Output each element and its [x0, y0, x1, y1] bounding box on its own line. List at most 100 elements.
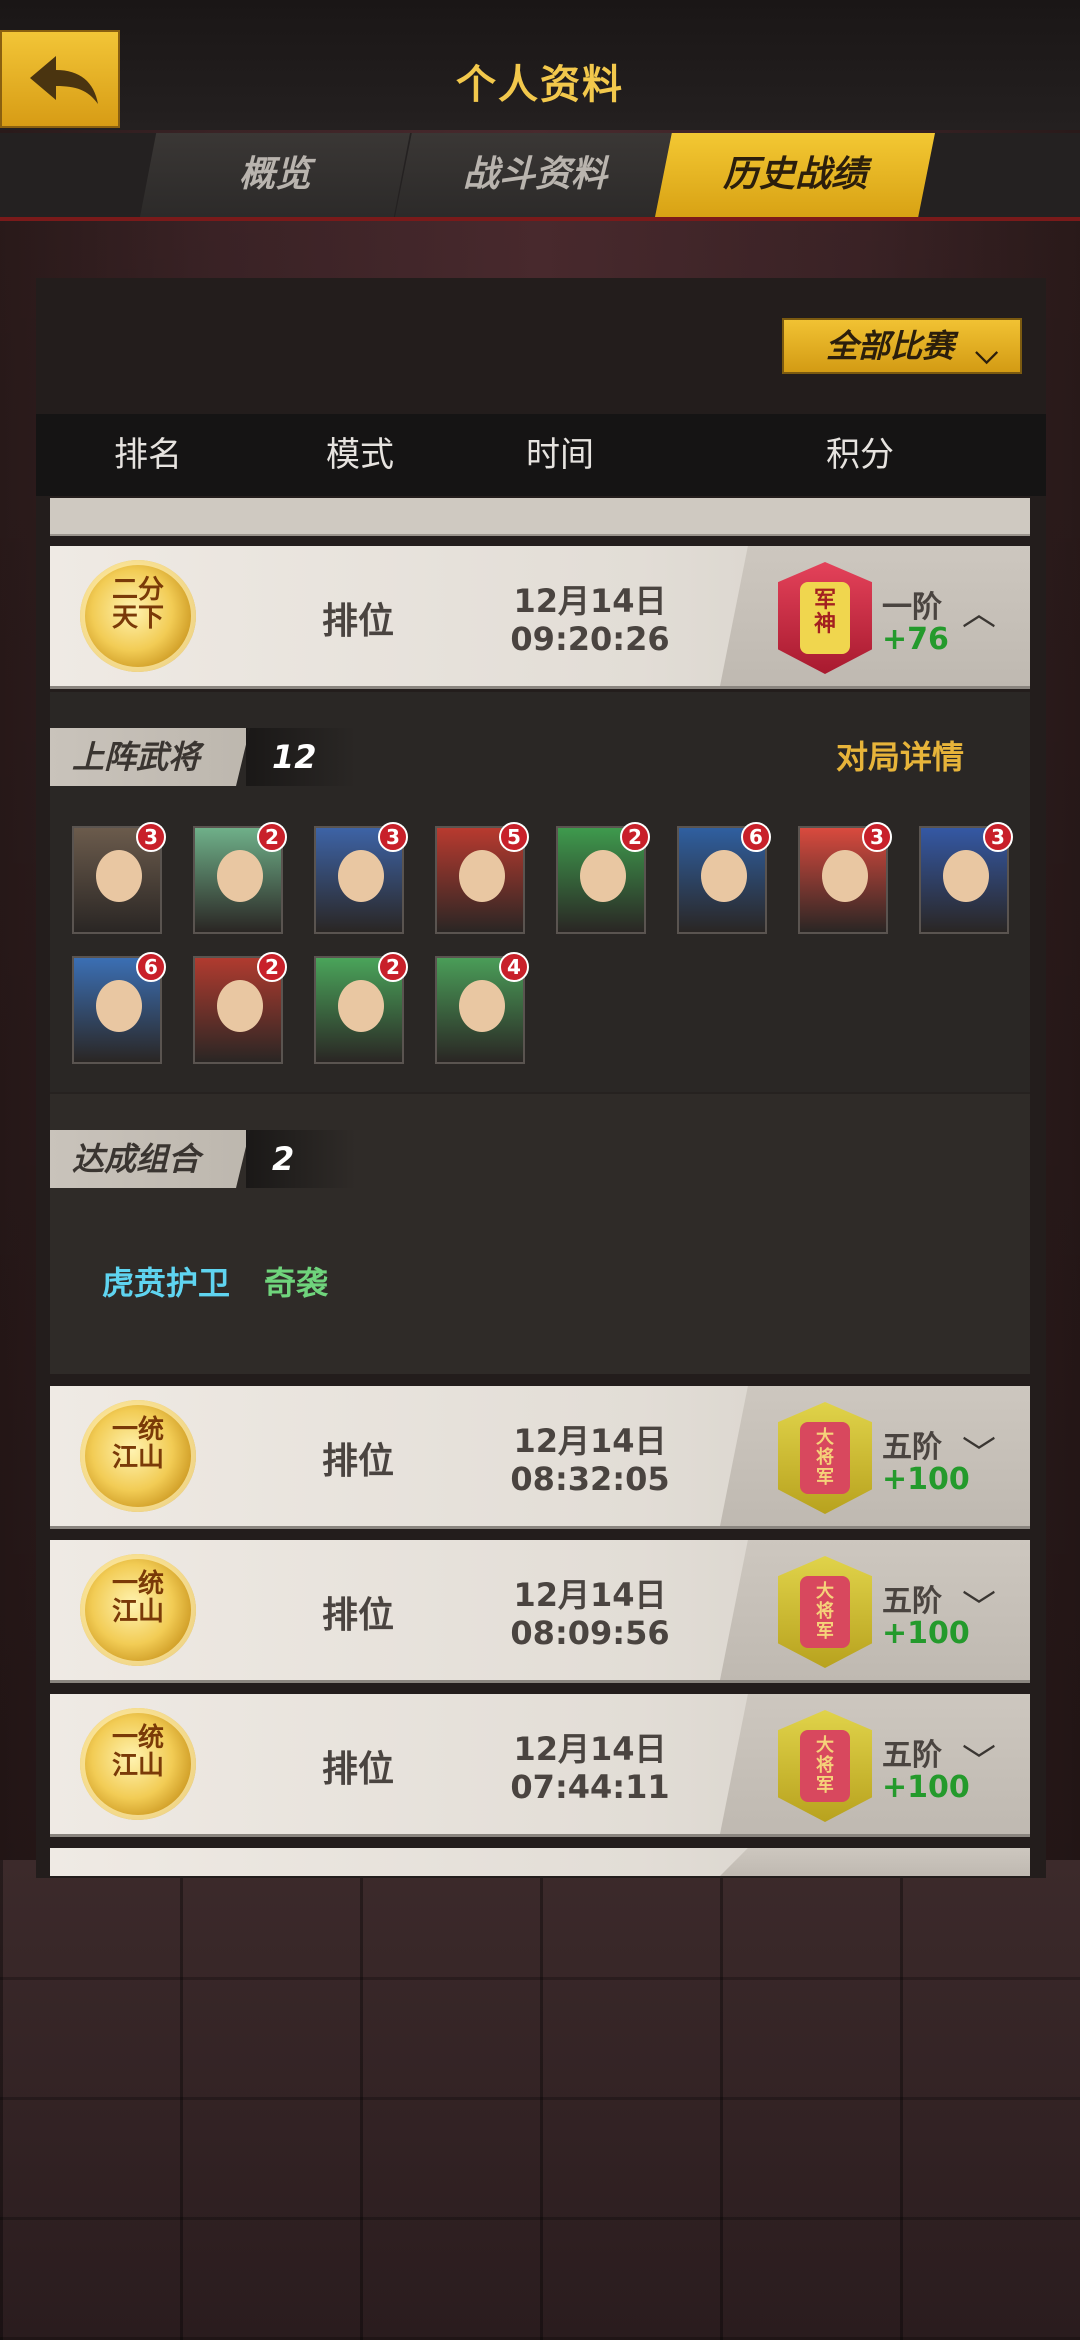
chevron-down-icon[interactable]: ﹀	[962, 1580, 996, 1629]
header-score: 积分	[826, 435, 894, 475]
hero-card[interactable]: 4	[435, 952, 529, 1064]
hero-card[interactable]: 5	[435, 822, 529, 934]
chevron-up-icon[interactable]: ︿	[962, 586, 996, 635]
chevron-down-icon[interactable]: ﹀	[962, 1734, 996, 1783]
hero-level-badge: 4	[499, 952, 529, 982]
previous-record-edge	[50, 498, 1030, 536]
hero-portrait-icon	[580, 850, 626, 902]
record-time: 09:20:26	[510, 620, 670, 658]
record-rank: 五阶	[882, 1584, 942, 1619]
rank-emblem-icon: 一统 江山	[80, 1400, 196, 1512]
heroes-section-label: 上阵武将	[50, 728, 250, 786]
record-mode: 排位	[322, 1441, 395, 1482]
record-rank: 一阶	[882, 590, 942, 625]
heroes-count: 12	[246, 728, 356, 786]
hero-card[interactable]: 3	[72, 822, 166, 934]
combos-count: 2	[246, 1130, 356, 1188]
hero-level-badge: 3	[378, 822, 408, 852]
record-score: +100	[882, 1462, 970, 1497]
match-record[interactable]: 二分 天下 排位 12月14日 09:20:26 军 神 一阶 +76 ︿	[50, 546, 1030, 686]
tier-badge-text: 军 神	[800, 582, 850, 654]
table-header: 排名 模式 时间 积分	[36, 414, 1046, 496]
hero-card[interactable]: 3	[798, 822, 892, 934]
record-date: 12月14日	[513, 1422, 667, 1460]
combo-surprise-attack: 奇袭	[264, 1264, 329, 1302]
match-record-partial[interactable]	[50, 1848, 1030, 1876]
hero-level-badge: 2	[257, 822, 287, 852]
hero-portrait-icon	[96, 850, 142, 902]
record-time: 08:09:56	[510, 1614, 670, 1652]
chevron-down-icon[interactable]: ﹀	[962, 1426, 996, 1475]
record-mode: 排位	[322, 1595, 395, 1636]
rank-emblem-icon: 一统 江山	[80, 1554, 196, 1666]
hero-level-badge: 6	[136, 952, 166, 982]
record-datetime: 12月14日 07:44:11	[480, 1730, 700, 1806]
tier-badge-text: 大 将 军	[800, 1576, 850, 1648]
hero-portrait-icon	[217, 850, 263, 902]
record-rank: 五阶	[882, 1430, 942, 1465]
hero-portrait-icon	[459, 850, 505, 902]
match-filter-dropdown[interactable]: 全部比赛 ⌵	[782, 318, 1022, 374]
record-date: 12月14日	[513, 1576, 667, 1614]
combos-section-label: 达成组合	[50, 1130, 250, 1188]
tier-badge-text: 大 将 军	[800, 1422, 850, 1494]
record-datetime: 12月14日 09:20:26	[480, 582, 700, 658]
record-date: 12月14日	[513, 1730, 667, 1768]
hero-portrait-icon	[96, 980, 142, 1032]
hero-card[interactable]: 2	[193, 952, 287, 1064]
hero-level-badge: 2	[257, 952, 287, 982]
hero-card[interactable]: 6	[677, 822, 771, 934]
tab-overview[interactable]: 概览	[140, 133, 410, 217]
hero-portrait-icon	[338, 850, 384, 902]
hero-portrait-icon	[822, 850, 868, 902]
emblem-text: 二分 天下	[111, 575, 164, 633]
tab-bar: 概览 战斗资料 历史战绩	[0, 133, 1080, 221]
hero-level-badge: 5	[499, 822, 529, 852]
hero-card[interactable]: 2	[556, 822, 650, 934]
hero-level-badge: 2	[378, 952, 408, 982]
record-score: +100	[882, 1616, 970, 1651]
rank-emblem-icon: 二分 天下	[80, 560, 196, 672]
header-time: 时间	[526, 435, 594, 475]
top-bar: 个人资料	[0, 0, 1080, 130]
tier-badge-text: 大 将 军	[800, 1730, 850, 1802]
record-time: 07:44:11	[510, 1768, 670, 1806]
record-mode: 排位	[322, 1749, 395, 1790]
hero-card[interactable]: 3	[919, 822, 1013, 934]
header-mode: 模式	[326, 435, 394, 475]
hero-card[interactable]: 3	[314, 822, 408, 934]
record-score: +100	[882, 1770, 970, 1805]
tab-battle-stats[interactable]: 战斗资料	[395, 133, 675, 217]
hero-card[interactable]: 6	[72, 952, 166, 1064]
chevron-down-icon: ⌵	[975, 336, 998, 371]
emblem-text: 一统 江山	[111, 1415, 164, 1473]
hero-card[interactable]: 2	[193, 822, 287, 934]
match-record[interactable]: 一统 江山 排位 12月14日 08:09:56 大 将 军 五阶 +100 ﹀	[50, 1540, 1030, 1680]
hero-portrait-icon	[701, 850, 747, 902]
emblem-text: 一统 江山	[111, 1569, 164, 1627]
record-datetime: 12月14日 08:32:05	[480, 1422, 700, 1498]
hero-level-badge: 3	[136, 822, 166, 852]
hero-portrait-icon	[459, 980, 505, 1032]
header-rank: 排名	[114, 435, 182, 475]
record-time: 08:32:05	[510, 1460, 670, 1498]
record-rank: 五阶	[882, 1738, 942, 1773]
emblem-text: 一统 江山	[111, 1723, 164, 1781]
hero-level-badge: 3	[983, 822, 1013, 852]
match-record[interactable]: 一统 江山 排位 12月14日 08:32:05 大 将 军 五阶 +100 ﹀	[50, 1386, 1030, 1526]
floor-background	[0, 1860, 1080, 2340]
filter-label: 全部比赛	[826, 327, 955, 365]
page-title: 个人资料	[456, 62, 624, 108]
hero-level-badge: 6	[741, 822, 771, 852]
match-record[interactable]: 一统 江山 排位 12月14日 07:44:11 大 将 军 五阶 +100 ﹀	[50, 1694, 1030, 1834]
rank-emblem-icon: 一统 江山	[80, 1708, 196, 1820]
hero-card[interactable]: 2	[314, 952, 408, 1064]
record-datetime: 12月14日 08:09:56	[480, 1576, 700, 1652]
record-mode: 排位	[322, 601, 395, 642]
match-detail-link[interactable]: 对局详情	[836, 732, 964, 778]
hero-portrait-icon	[217, 980, 263, 1032]
hero-level-badge: 3	[862, 822, 892, 852]
tab-history[interactable]: 历史战绩	[655, 133, 935, 217]
record-date: 12月14日	[513, 582, 667, 620]
combo-tiger-guard: 虎贲护卫	[102, 1264, 231, 1302]
